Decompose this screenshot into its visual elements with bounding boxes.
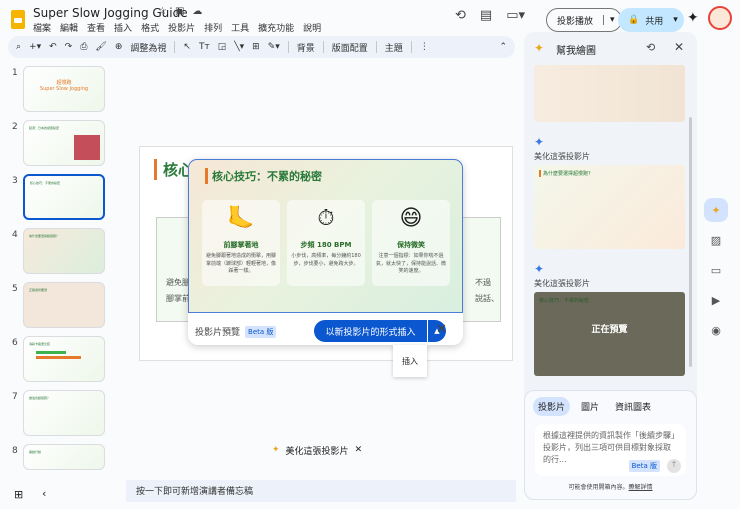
smile-icon: 😄 [399, 206, 423, 231]
collapse-icon[interactable]: ⌃ [499, 42, 507, 52]
pen-icon[interactable]: ✎▾ [268, 42, 280, 52]
send-icon[interactable]: ↑ [667, 459, 681, 473]
panel-title: 幫我繪圖 [556, 46, 596, 57]
redo-icon[interactable]: ↷ [65, 42, 73, 52]
slide-thumb-7[interactable]: 誰適合超慢跑？ [23, 390, 105, 436]
foot-icon: 🦶 [227, 206, 255, 231]
learn-more-link[interactable]: 瞭解詳情 [629, 484, 653, 491]
grid-view-icon[interactable]: ⊞ [14, 488, 23, 501]
textbox-icon[interactable]: Tт [199, 42, 210, 52]
sparkle-brush-icon: ✦ [272, 445, 280, 455]
brush-sparkle-icon: ✦ [534, 41, 545, 55]
slide-preview-popup: 核心技巧：不累的秘密 🦶 前腳掌著地 避免腳跟著地造成的衝擊，用腳掌前端（蹠球部）輕… [188, 159, 463, 345]
share-dropdown[interactable]: ▾ [663, 15, 684, 25]
gemini-sparkle-icon: ✦ [534, 135, 545, 149]
cloud-icon[interactable]: ☁ [192, 6, 202, 17]
more-icon[interactable]: ⋮ [420, 42, 429, 52]
slide-thumb-4[interactable]: 為什麼要選擇超慢跑？ [23, 228, 105, 274]
generated-image-runner[interactable] [534, 65, 685, 122]
background-button[interactable]: 背景 [297, 41, 315, 54]
record-icon[interactable]: ◉ [704, 318, 728, 342]
comments-icon[interactable]: ▤ [480, 8, 492, 23]
tab-infographic[interactable]: 資訊圖表 [610, 397, 656, 416]
menu-bar: 檔案 編輯 查看 插入 格式 投影片 排列 工具 擴充功能 說明 [33, 21, 321, 34]
zoom-select[interactable]: 調整為視 [130, 41, 166, 54]
slide-thumb-5[interactable]: 正確姿勢要領 [23, 282, 105, 328]
paint-format-icon[interactable]: 🖌 [95, 42, 106, 52]
history-icon[interactable]: ⟲ [646, 41, 655, 54]
slides-logo[interactable] [11, 10, 25, 29]
slide-preview[interactable]: 核心技巧：不累的秘密 🦶 前腳掌著地 避免腳跟著地造成的衝擊，用腳掌前端（蹠球部）輕… [188, 159, 463, 313]
filmstrip: 1 超慢跑 Super Slow Jogging 2 起源：日本的健康秘密 3 核… [0, 60, 118, 480]
menu-item-insert[interactable]: 插入 [393, 345, 427, 377]
menu-edit[interactable]: 編輯 [60, 21, 78, 34]
menu-file[interactable]: 檔案 [33, 21, 51, 34]
folder-icon[interactable]: ▣ [175, 6, 184, 17]
prompt-composer: 投影片 圖片 資訊圖表 根據這裡提供的資訊製作「後續步驟」投影片，列出三項可供目標對… [524, 390, 697, 500]
menu-insert[interactable]: 插入 [114, 21, 132, 34]
scrollbar[interactable] [689, 117, 692, 367]
help-me-create-icon[interactable]: ✦ [704, 198, 728, 222]
search-icon[interactable]: ⌕ [16, 42, 21, 52]
menu-format[interactable]: 格式 [141, 21, 159, 34]
menu-slide[interactable]: 投影片 [168, 21, 195, 34]
menu-arrange[interactable]: 排列 [204, 21, 222, 34]
dismiss-icon[interactable]: ✕ [355, 445, 363, 455]
comment-icon[interactable]: ⊞ [252, 42, 260, 52]
gemini-icon[interactable]: ✦ [687, 10, 699, 26]
side-rail: ✦ ▨ ▭ ▶ ◉ [704, 198, 730, 348]
collapse-filmstrip-icon[interactable]: ‹ [42, 487, 46, 500]
history-icon[interactable]: ⟲ [455, 8, 466, 23]
gemini-sparkle-icon: ✦ [534, 262, 545, 276]
stopwatch-icon: ⏱ [317, 206, 335, 231]
generated-slide-thumb-previewing[interactable]: 核心技巧：不累的秘密 正在預覽 [534, 292, 685, 376]
preview-label: 投影片預覽 [195, 328, 241, 338]
speaker-notes[interactable]: 按一下即可新增演講者備忘稿 [126, 480, 516, 502]
help-me-create-panel: ✦ 幫我繪圖 ⟲ ✕ ✦ 美化這張投影片 為什麼要選擇超慢跑？ ✦ 美化這張投影… [524, 32, 697, 500]
menu-help[interactable]: 說明 [303, 21, 321, 34]
slide-thumb-8[interactable]: 開始行動 [23, 444, 105, 470]
print-icon[interactable]: ⎙ [80, 42, 87, 52]
present-button[interactable]: 投影播放 ▾ [546, 8, 622, 32]
lock-icon: 🔒 [628, 15, 640, 25]
slide-thumb-3[interactable]: 核心技巧：不累的秘密 [23, 174, 105, 220]
generated-slide-thumb[interactable]: 為什麼要選擇超慢跑？ [534, 165, 685, 249]
image-search-icon[interactable]: ▨ [704, 228, 728, 252]
close-panel-icon[interactable]: ✕ [674, 40, 684, 54]
tab-images[interactable]: 圖片 [576, 397, 604, 416]
preview-card: 🦶 前腳掌著地 避免腳跟著地造成的衝擊，用腳掌前端（蹠球部）輕輕著地，像踩著一樣。 [202, 200, 280, 286]
folder-icon[interactable]: ▭ [704, 258, 728, 282]
avatar[interactable] [708, 6, 732, 30]
menu-tools[interactable]: 工具 [231, 21, 249, 34]
slide-thumb-2[interactable]: 起源：日本的健康秘密 [23, 120, 105, 166]
preview-card: 😄 保持微笑 注意一個指標：如果你喘不過氣，就太快了，保持能說話、微笑的速度。 [372, 200, 450, 286]
preview-card: ⏱ 步頻 180 BPM 小步伐，高頻率，每分鐘約180步，步伐要小，避免跨大步。 [287, 200, 365, 286]
meet-icon[interactable]: ▭▾ [506, 8, 525, 23]
close-icon[interactable]: ✕ [436, 322, 447, 337]
tab-slides[interactable]: 投影片 [533, 397, 571, 416]
insert-as-new-slide-button[interactable]: 以新投影片的形式插入 [314, 320, 427, 342]
video-icon[interactable]: ▶ [704, 288, 728, 312]
prompt-input[interactable]: 根據這裡提供的資訊製作「後續步驟」投影片，列出三項可供目標對象採取的行... B… [535, 424, 686, 476]
beta-badge: Beta 版 [245, 325, 277, 338]
undo-icon[interactable]: ↶ [49, 42, 57, 52]
new-slide-icon[interactable]: +▾ [29, 42, 41, 52]
line-icon[interactable]: ╲▾ [234, 42, 244, 52]
select-icon[interactable]: ↖ [183, 42, 191, 52]
beautify-slide-chip[interactable]: ✦ 美化這張投影片 ✕ [272, 439, 362, 461]
share-button[interactable]: 🔒 共用 ▾ [618, 8, 684, 32]
menu-extensions[interactable]: 擴充功能 [258, 21, 294, 34]
slide-thumb-6[interactable]: 消耗卡路里比較 [23, 336, 105, 382]
layout-button[interactable]: 版面配置 [332, 41, 368, 54]
star-icon[interactable]: ☆ [158, 6, 167, 17]
toolbar: ⌕ +▾ ↶ ↷ ⎙ 🖌 ⊕ 調整為視 ↖ Tт ◲ ╲▾ ⊞ ✎▾ 背景 版面… [8, 36, 515, 58]
zoom-icon[interactable]: ⊕ [115, 42, 123, 52]
menu-view[interactable]: 查看 [87, 21, 105, 34]
shape-icon[interactable]: ◲ [218, 42, 227, 52]
slide-thumb-1[interactable]: 超慢跑 Super Slow Jogging [23, 66, 105, 112]
theme-button[interactable]: 主題 [385, 41, 403, 54]
